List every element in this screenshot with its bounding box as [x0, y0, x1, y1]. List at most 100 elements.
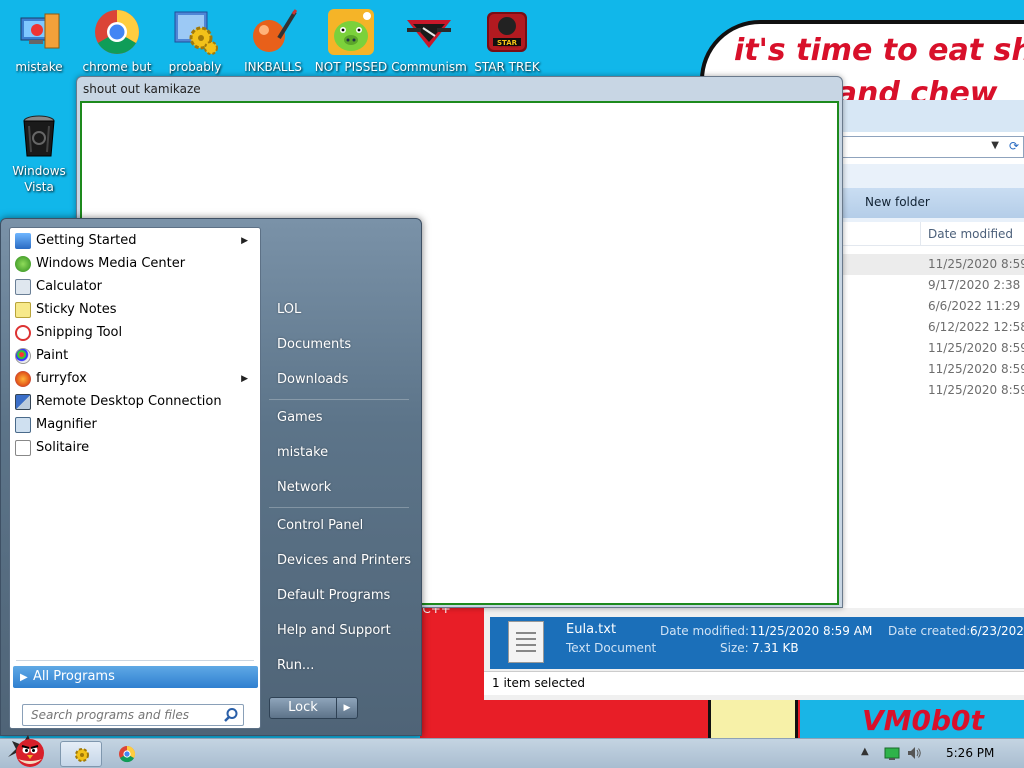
program-sticky-notes[interactable]: Sticky Notes: [12, 299, 258, 321]
desktop-icon-probably[interactable]: probably: [156, 8, 234, 75]
text-document-icon: [508, 621, 544, 663]
file-row[interactable]: 11/25/2020 8:59...: [920, 338, 1024, 359]
getting-started-icon: [15, 233, 31, 249]
all-programs-button[interactable]: ▶ All Programs: [13, 666, 258, 688]
volume-icon[interactable]: [906, 745, 922, 761]
details-date-modified-label: Date modified:: [660, 624, 750, 638]
settings-gears-icon: [75, 748, 89, 762]
program-solitaire[interactable]: Solitaire: [12, 437, 258, 459]
program-label: Magnifier: [36, 417, 97, 432]
chevron-down-icon[interactable]: ▼: [991, 140, 999, 151]
start-button-angry-bird-icon[interactable]: [6, 731, 50, 768]
pig-icon: [328, 9, 374, 55]
file-row[interactable]: 11/25/2020 8:59...: [920, 359, 1024, 380]
shutdown-options-arrow-icon[interactable]: ▶: [336, 697, 358, 719]
submenu-arrow-icon: ▶: [241, 374, 248, 384]
start-link-mistake[interactable]: mistake: [269, 439, 415, 467]
media-center-icon: [15, 256, 31, 272]
desktop-icon-not-pissed[interactable]: NOT PISSED: [312, 8, 390, 75]
refresh-icon[interactable]: ⟳: [1009, 139, 1019, 153]
desktop-icon-chrome-but[interactable]: chrome but: [78, 8, 156, 75]
desktop-icon-star-trek[interactable]: STAR STAR TREK: [468, 8, 546, 75]
program-snipping-tool[interactable]: Snipping Tool: [12, 322, 258, 344]
start-link-help-and-support[interactable]: Help and Support: [269, 617, 415, 645]
desktop-icon-inkballs[interactable]: INKBALLS: [234, 8, 312, 75]
start-right-separator: [269, 507, 409, 508]
program-label: Windows Media Center: [36, 256, 186, 271]
program-remote-desktop-connection[interactable]: Remote Desktop Connection: [12, 391, 258, 413]
star-wars-game-icon: STAR: [487, 12, 527, 52]
firefox-icon: [15, 371, 31, 387]
explorer-address-bar[interactable]: ▼ ⟳: [838, 136, 1024, 158]
program-calculator[interactable]: Calculator: [12, 276, 258, 298]
program-label: Getting Started: [36, 233, 137, 248]
details-size-label: Size:: [720, 641, 749, 655]
magnifier-icon: [15, 417, 31, 433]
mistake-icon: [20, 13, 60, 49]
wallpaper-signature: VM0b0t: [862, 704, 984, 737]
desktop-icon-windows-vista[interactable]: Windows Vista: [0, 112, 78, 195]
wallpaper-text-line1: it's time to eat shit: [734, 33, 1024, 68]
explorer-toolbar: New folder: [838, 164, 1024, 222]
program-label: Snipping Tool: [36, 325, 123, 340]
explorer-status-bar: 1 item selected: [484, 671, 1024, 695]
start-link-documents[interactable]: Documents: [269, 331, 415, 359]
details-date-created-label: Date created:: [888, 624, 971, 638]
new-folder-button[interactable]: New folder: [865, 195, 930, 209]
details-date-created-value: 6/23/2020: [970, 624, 1024, 638]
details-filetype: Text Document: [566, 641, 657, 655]
search-input[interactable]: [23, 705, 213, 725]
remote-desktop-icon: [15, 394, 31, 410]
desktop-icon-communism[interactable]: Communism: [390, 8, 468, 75]
taskbar-button-chrome[interactable]: [106, 741, 148, 767]
program-magnifier[interactable]: Magnifier: [12, 414, 258, 436]
network-icon[interactable]: [884, 745, 900, 761]
start-right-separator: [269, 399, 409, 400]
program-paint[interactable]: Paint: [12, 345, 258, 367]
program-label: Sticky Notes: [36, 302, 117, 317]
desktop-icon-label: mistake: [15, 60, 63, 74]
details-pane: Eula.txt Text Document Date modified: 11…: [490, 617, 1024, 669]
program-label: Solitaire: [36, 440, 90, 455]
svg-text:STAR: STAR: [497, 39, 518, 47]
taskbar-button-probably[interactable]: [60, 741, 102, 767]
start-link-run[interactable]: Run...: [269, 652, 415, 680]
communism-emblem-icon: [407, 20, 451, 48]
program-label: furryfox: [36, 371, 87, 386]
start-link-downloads[interactable]: Downloads: [269, 366, 415, 394]
search-icon[interactable]: [223, 707, 239, 723]
paint-palette-icon: [15, 348, 31, 364]
program-getting-started[interactable]: Getting Started ▶: [12, 230, 258, 252]
start-link-default-programs[interactable]: Default Programs: [269, 582, 415, 610]
programs-separator: [16, 660, 254, 661]
file-row[interactable]: 6/6/2022 11:29 ...: [920, 296, 1024, 317]
column-date-modified[interactable]: Date modified: [928, 227, 1013, 241]
file-row[interactable]: 11/25/2020 8:59...: [920, 380, 1024, 401]
column-separator[interactable]: [920, 222, 921, 246]
show-hidden-icons-button[interactable]: ▲: [861, 746, 869, 757]
desktop-icon-label: chrome but: [82, 60, 152, 74]
lock-button[interactable]: Lock: [269, 697, 337, 719]
start-search-box[interactable]: [22, 704, 244, 726]
start-link-network[interactable]: Network: [269, 474, 415, 502]
program-furryfox[interactable]: furryfox ▶: [12, 368, 258, 390]
sticky-notes-icon: [15, 302, 31, 318]
start-link-control-panel[interactable]: Control Panel: [269, 512, 415, 540]
scissors-icon: [15, 325, 31, 341]
file-row[interactable]: 9/17/2020 2:38 ...: [920, 275, 1024, 296]
desktop-icon-label: Windows Vista: [12, 164, 66, 194]
start-link-games[interactable]: Games: [269, 404, 415, 432]
file-row[interactable]: 11/25/2020 8:59...: [838, 254, 1024, 275]
file-row[interactable]: 6/12/2022 12:58...: [920, 317, 1024, 338]
program-label: Remote Desktop Connection: [36, 394, 222, 409]
program-windows-media-center[interactable]: Windows Media Center: [12, 253, 258, 275]
desktop-icon-mistake[interactable]: mistake: [0, 8, 78, 75]
details-filename: Eula.txt: [566, 622, 617, 637]
settings-gears-icon: [174, 11, 218, 55]
details-date-modified-value: 11/25/2020 8:59 AM: [750, 624, 873, 638]
inkball-icon: [253, 9, 297, 52]
start-link-lol[interactable]: LOL: [269, 296, 415, 324]
start-link-devices-and-printers[interactable]: Devices and Printers: [269, 547, 415, 575]
chrome-icon: [95, 10, 139, 54]
taskbar-clock[interactable]: 5:26 PM: [946, 746, 994, 760]
